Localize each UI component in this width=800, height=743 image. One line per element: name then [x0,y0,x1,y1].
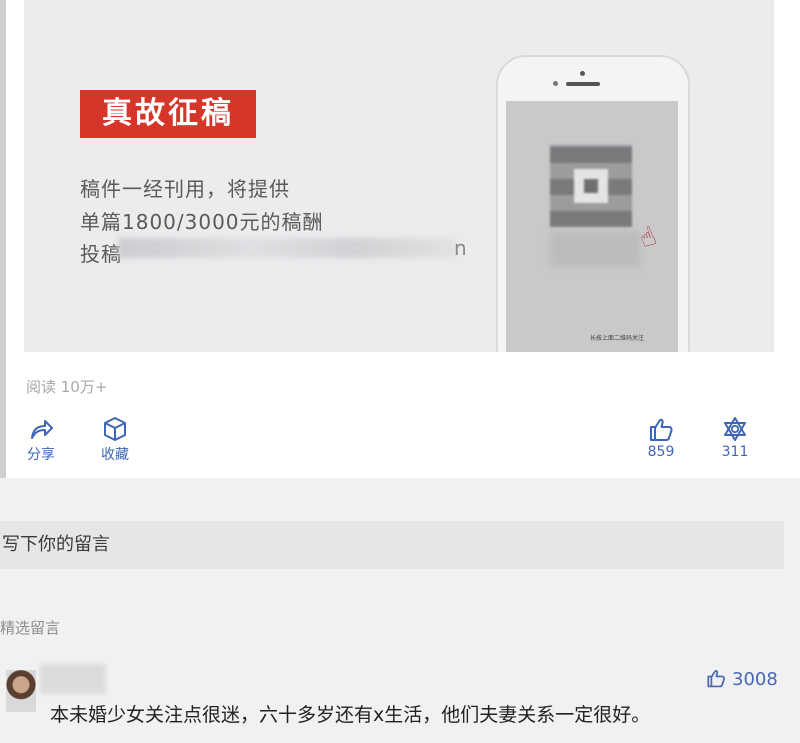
share-icon [31,420,53,439]
like-button[interactable]: 859 [644,416,678,460]
thumbs-up-icon [707,670,726,688]
article-banner-image: 真故征稿 稿件一经刊用，将提供 单篇1800/3000元的稿酬 投稿 n ☝ 长… [24,0,774,352]
share-button[interactable]: 分享 [22,416,60,464]
wow-button[interactable]: 311 [718,416,752,460]
banner-line-3: 投稿 [80,238,122,267]
comment-text: 本未婚少女关注点很迷，六十多岁还有x生活，他们夫妻关系一定很好。 [50,704,651,726]
thumbs-up-icon [650,418,673,441]
comment-like-count: 3008 [732,669,778,690]
qr-code [550,145,632,227]
like-count: 859 [647,444,675,460]
share-label: 分享 [27,447,55,463]
banner-line-2: 单篇1800/3000元的稿酬 [80,210,324,234]
qr-code-dot [584,179,598,193]
phone-illustration: ☝ 长按上面二维码关注 [496,55,690,352]
phone-sensor [580,71,585,76]
blurred-contact [118,238,458,258]
banner-line-1: 稿件一经刊用，将提供 [80,177,290,201]
comment-like-button[interactable]: 3008 [706,668,778,690]
read-count: 阅读 10万+ [26,378,108,396]
phone-speaker [566,82,600,86]
comment-input[interactable]: 写下你的留言 [0,521,784,569]
screen-caption: 长按上面二维码关注 [590,335,645,342]
star-of-david-icon [724,417,746,441]
qr-code-blur [550,231,640,267]
comments-section-title: 精选留言 [0,619,61,637]
banner-line-3-suffix: n [454,236,468,260]
phone-camera [553,81,558,86]
favorite-label: 收藏 [101,447,129,463]
banner-line-3-prefix: 投稿 [80,242,122,266]
banner-tag: 真故征稿 [80,90,256,138]
commenter-name-blurred [40,664,106,694]
box-icon [104,417,126,441]
wow-count: 311 [721,444,749,460]
avatar[interactable] [6,670,36,712]
phone-screen: ☝ 长按上面二维码关注 [506,101,678,352]
favorite-button[interactable]: 收藏 [96,416,134,464]
